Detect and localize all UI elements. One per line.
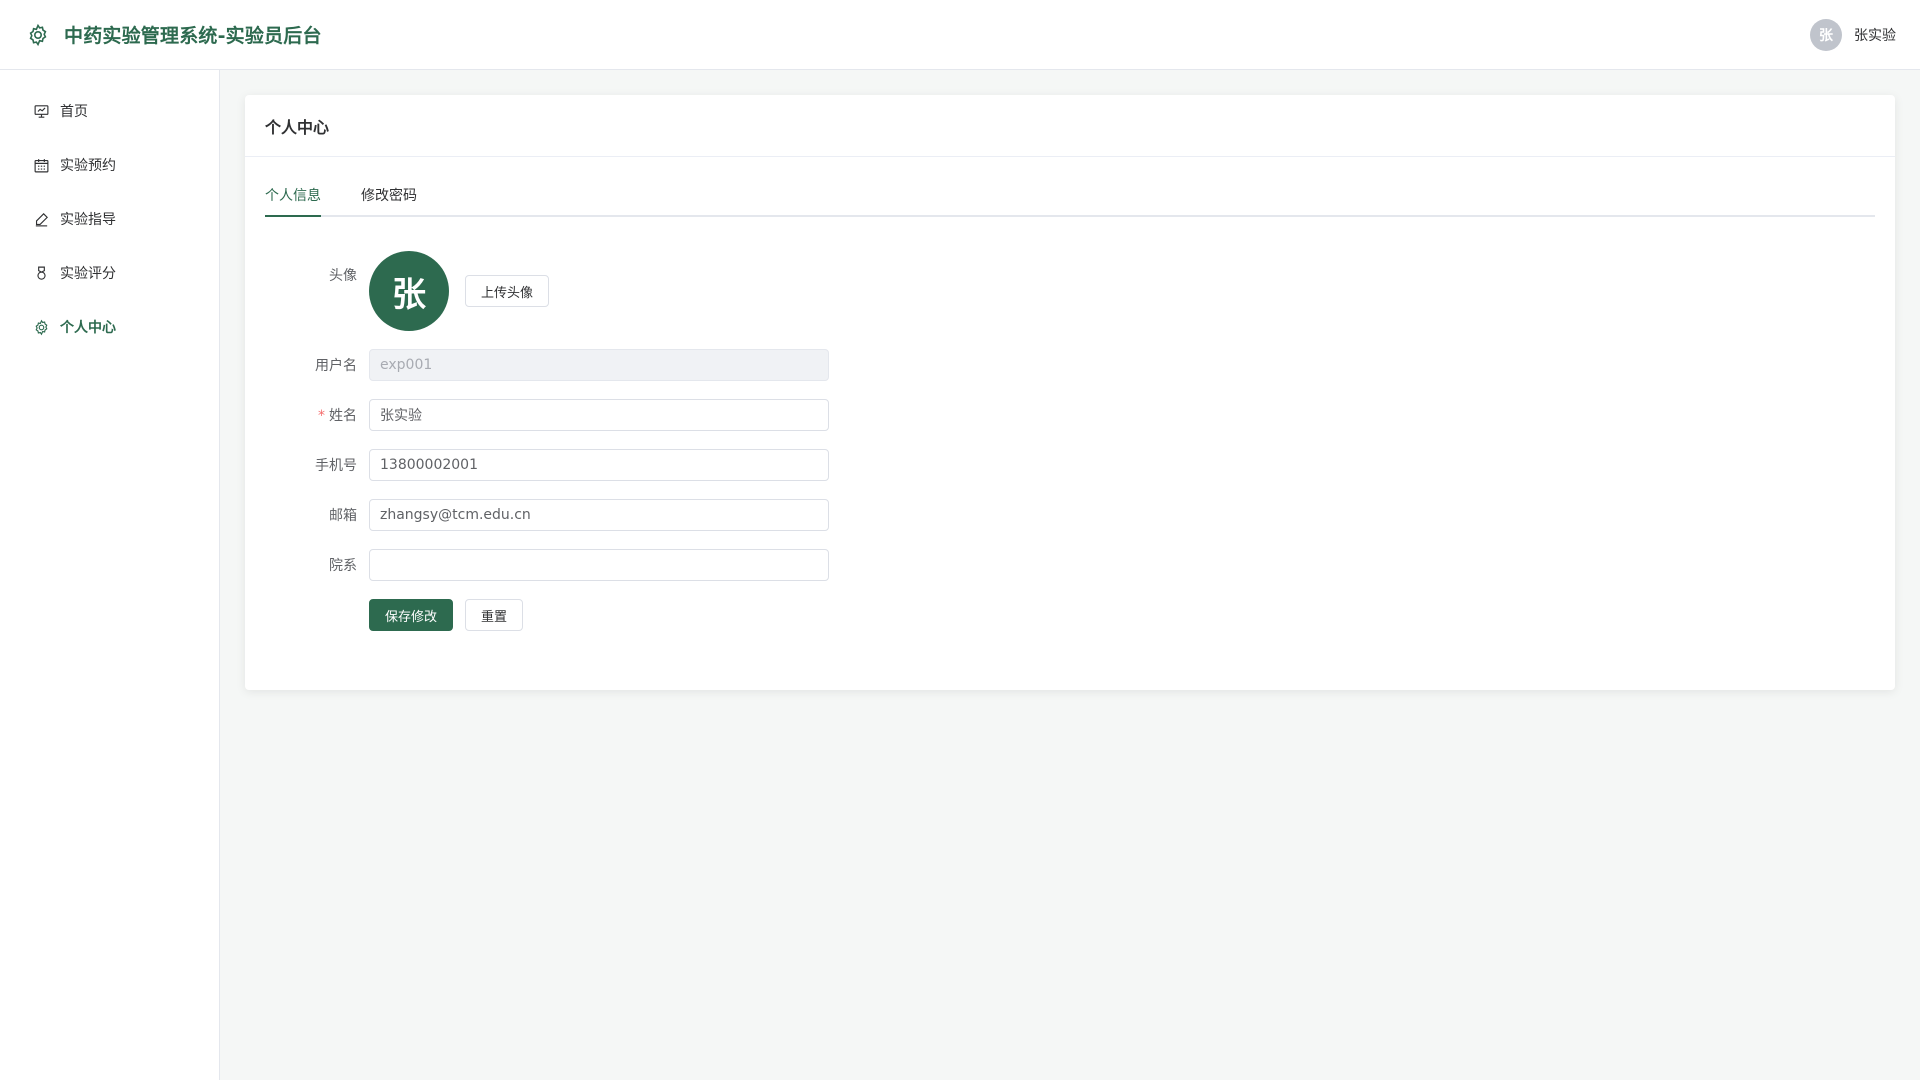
sidebar-item-guidance[interactable]: 实验指导 [0,192,219,246]
card-body: 个人信息 修改密码 头像 张 上传头像 用户名 *姓名 手机号 邮 [245,157,1895,631]
user-menu[interactable]: 张 张实验 [1810,18,1896,51]
top-header: 中药实验管理系统-实验员后台 张 张实验 [0,0,1920,70]
sidebar-item-reservation[interactable]: 实验预约 [0,138,219,192]
save-button[interactable]: 保存修改 [369,599,454,631]
email-row: 邮箱 [265,499,1875,531]
reset-button[interactable]: 重置 [465,599,524,631]
form-actions: 保存修改 重置 [369,599,1875,631]
email-label: 邮箱 [329,508,357,524]
profile-form: 头像 张 上传头像 用户名 *姓名 手机号 邮箱 院系 [265,251,1875,631]
medal-icon [37,266,46,280]
required-mark: * [318,408,325,424]
email-field[interactable] [369,499,829,531]
department-row: 院系 [265,549,1875,581]
profile-card: 个人中心 个人信息 修改密码 头像 张 上传头像 用户名 *姓名 手机号 [245,95,1895,690]
name-field[interactable] [369,399,829,431]
brand: 中药实验管理系统-实验员后台 [26,21,322,48]
sidebar-item-label: 实验预约 [60,158,116,174]
name-label: * 姓名 [265,405,369,425]
tab-personal-info[interactable]: 个人信息 [265,177,321,217]
sidebar-item-label: 个人中心 [60,320,116,336]
department-field[interactable] [369,549,829,581]
gear-icon [35,319,48,335]
upload-avatar-button[interactable]: 上传头像 [465,275,550,307]
phone-label: 手机号 [315,458,357,474]
gear-icon [26,23,50,47]
sidebar-item-profile[interactable]: 个人中心 [0,300,219,354]
tab-change-password[interactable]: 修改密码 [361,177,417,215]
username-row: 用户名 [265,349,1875,381]
sidebar-item-label: 首页 [60,104,88,120]
department-label: 院系 [329,558,357,574]
sidebar-item-home[interactable]: 首页 [0,84,219,138]
user-name[interactable]: 张实验 [1854,25,1896,45]
avatar-label: 头像 [329,268,357,284]
avatar[interactable]: 张 [1810,18,1842,51]
username-field [369,349,829,381]
tab-bar: 个人信息 修改密码 [265,177,1875,217]
profile-avatar: 张 [369,251,449,331]
phone-field[interactable] [369,449,829,481]
phone-row: 手机号 [265,449,1875,481]
page-title: 个人中心 [245,95,1895,157]
sidebar-item-scoring[interactable]: 实验评分 [0,246,219,300]
edit-icon [35,212,48,226]
avatar-row: 头像 张 上传头像 [265,251,1875,331]
dashboard-icon [34,104,49,118]
username-label: 用户名 [315,358,357,374]
sidebar-item-label: 实验指导 [60,212,116,228]
name-label-text: 姓名 [329,408,357,424]
sidebar: 首页 实验预约 实验指导 实验评分 个人中心 [0,70,220,1080]
calendar-icon [34,158,49,172]
name-row: * 姓名 [265,399,1875,431]
sidebar-item-label: 实验评分 [60,266,116,282]
app-title: 中药实验管理系统-实验员后台 [64,25,322,47]
